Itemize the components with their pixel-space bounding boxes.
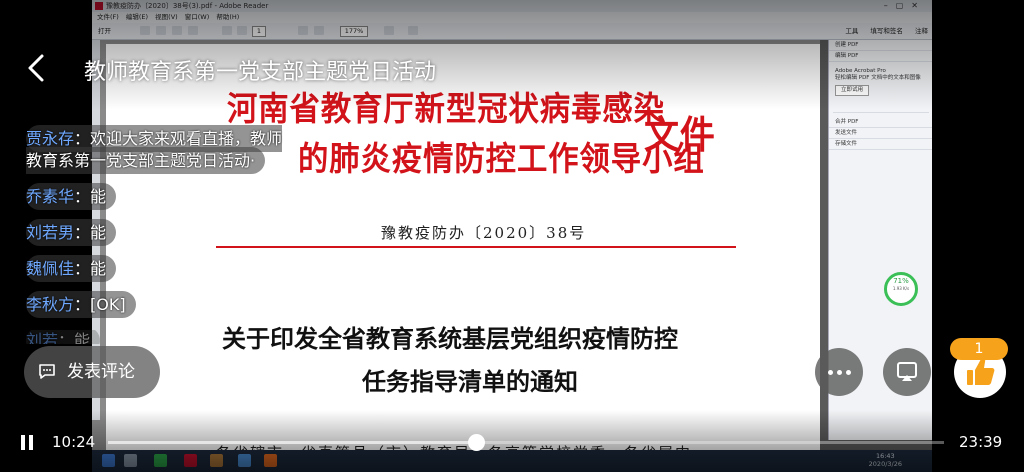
network-speed-gauge: 71% 1.93 K/s xyxy=(884,272,918,306)
browser-icon xyxy=(154,454,167,467)
comment-colon: ： xyxy=(74,223,91,242)
cast-button[interactable] xyxy=(883,348,931,396)
menu-view: 视图(V) xyxy=(155,13,178,21)
comment-text: [OK] xyxy=(90,295,126,314)
taskbar-app-icon xyxy=(124,454,137,467)
reader-title-bar: 豫教疫防办〔2020〕38号(3).pdf - Adobe Reader –▢✕ xyxy=(92,0,932,12)
document-number: 豫教疫防办〔2020〕38号 xyxy=(381,224,587,242)
speed-rate: 1.93 K/s xyxy=(892,286,910,291)
window-title: 豫教疫防办〔2020〕38号(3).pdf - Adobe Reader xyxy=(106,2,269,10)
acrobat-promo: Adobe Acrobat Pro 轻松编辑 PDF 文档中的文本和图像 立即试… xyxy=(833,66,929,113)
comment-user: 贾永存 xyxy=(26,129,75,148)
header-line-1: 河南省教育厅新型冠状病毒感染 xyxy=(227,89,665,128)
panel-send-files: 发送文件 xyxy=(829,128,932,139)
cast-icon xyxy=(897,362,917,381)
folder-icon xyxy=(210,454,223,467)
comment-text: 能 xyxy=(74,331,91,344)
notice-title-line-2: 任务指导清单的通知 xyxy=(362,367,578,396)
comment-colon: ： xyxy=(74,187,91,206)
promo-text: 轻松编辑 PDF 文档中的文本和图像 xyxy=(835,75,921,81)
comment-item: 贾永存：欢迎大家来观看直播，教师教育系第一党支部主题党日活动· xyxy=(26,125,296,174)
pdf-icon xyxy=(95,2,103,10)
promo-title: Adobe Acrobat Pro xyxy=(835,68,886,74)
comment-placeholder: 发表评论 xyxy=(67,362,135,382)
progress-bar[interactable] xyxy=(108,434,944,451)
comment-item: 刘若：能 xyxy=(26,330,326,344)
comment-user: 刘若 xyxy=(26,331,59,344)
comment-colon: ： xyxy=(58,331,75,344)
comment-item: 魏佩佳：能 xyxy=(26,255,326,282)
comment-colon: ： xyxy=(74,295,91,314)
zoom-level: 177% xyxy=(340,26,368,37)
reader-toolbar: 打开 1 177% 工具 填写和签名 注释 xyxy=(92,23,932,40)
panel-combine-pdf: 合并 PDF xyxy=(829,117,932,128)
taskbar-app-icon xyxy=(238,454,251,467)
comment-text: 能 xyxy=(90,187,107,206)
like-count-badge: 1 xyxy=(950,338,1008,360)
clock-time: 16:43 xyxy=(875,452,895,460)
start-icon xyxy=(102,454,115,467)
prev-page-icon xyxy=(222,26,232,35)
comment-input-button[interactable]: 发表评论 xyxy=(24,346,160,398)
progress-fill xyxy=(108,441,476,444)
reader-right-tabs: 工具 填写和签名 注释 xyxy=(835,23,928,39)
comment-text: 能 xyxy=(90,223,107,242)
tab-fill-sign: 填写和签名 xyxy=(870,27,903,35)
menu-edit: 编辑(E) xyxy=(125,13,149,21)
save-icon xyxy=(156,26,166,35)
zoom-out-icon xyxy=(298,26,308,35)
clock-date: 2020/3/26 xyxy=(868,460,902,468)
next-page-icon xyxy=(237,26,247,35)
comment-user: 乔素华 xyxy=(26,187,75,206)
header-suffix: 文件 xyxy=(644,112,716,157)
comment-icon xyxy=(39,364,55,379)
panel-create-pdf: 创建 PDF xyxy=(829,40,932,51)
comment-text: 能 xyxy=(90,259,107,278)
total-time: 23:39 xyxy=(959,433,1003,451)
panel-store-files: 存储文件 xyxy=(829,139,932,150)
comment-user: 魏佩佳 xyxy=(26,259,75,278)
comment-item: 刘若男：能 xyxy=(26,219,326,246)
current-time: 10:24 xyxy=(52,433,96,451)
comment-user: 李秋方 xyxy=(26,295,75,314)
back-button[interactable] xyxy=(22,52,52,84)
menu-window: 窗口(W) xyxy=(184,13,210,21)
menu-help: 帮助(H) xyxy=(216,13,240,21)
stream-title: 教师教育系第一党支部主题党日活动 xyxy=(84,60,437,85)
pause-button[interactable] xyxy=(18,434,36,452)
zoom-in-icon xyxy=(314,26,324,35)
comment-tool-icon xyxy=(408,26,418,35)
fit-page-icon xyxy=(384,26,394,35)
promo-button: 立即试用 xyxy=(835,85,870,96)
page-number: 1 xyxy=(252,26,266,37)
comment-colon: ： xyxy=(74,129,91,148)
speed-percent: 71% xyxy=(893,277,909,285)
comment-feed: 贾永存：欢迎大家来观看直播，教师教育系第一党支部主题党日活动· 乔素华：能 刘若… xyxy=(26,125,326,358)
reader-menu-bar: 文件(F) 编辑(E) 视图(V) 窗口(W) 帮助(H) xyxy=(92,12,932,23)
mail-icon xyxy=(188,26,198,35)
comment-item: 李秋方：[OK] xyxy=(26,291,326,318)
taskbar-app-icon xyxy=(264,454,277,467)
reader-app-icon xyxy=(184,454,197,467)
chevron-left-icon xyxy=(28,54,44,82)
windows-taskbar: 16:43 2020/3/26 xyxy=(92,450,932,472)
tab-comment: 注释 xyxy=(915,27,928,35)
system-clock: 16:43 2020/3/26 xyxy=(869,452,902,468)
open-label: 打开 xyxy=(98,27,111,35)
comment-item: 乔素华：能 xyxy=(26,183,326,210)
create-icon xyxy=(140,26,150,35)
comment-colon: ： xyxy=(74,259,91,278)
tab-tools: 工具 xyxy=(845,27,859,35)
more-button[interactable] xyxy=(815,348,863,396)
panel-edit-pdf: 编辑 PDF xyxy=(829,51,932,62)
print-icon xyxy=(172,26,182,35)
comment-user: 刘若男 xyxy=(26,223,75,242)
progress-thumb[interactable] xyxy=(467,434,485,451)
window-controls-icon: –▢✕ xyxy=(883,1,926,10)
menu-file: 文件(F) xyxy=(97,13,119,21)
